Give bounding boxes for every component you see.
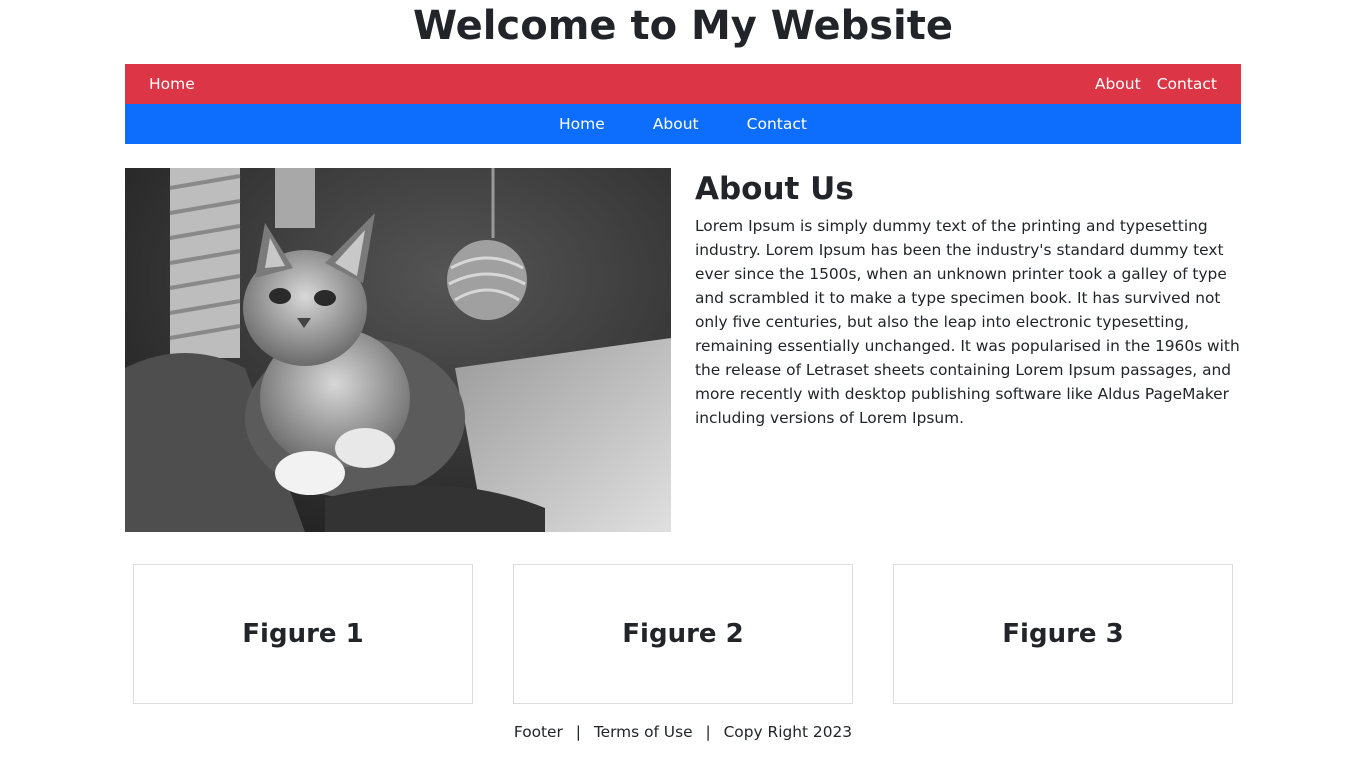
footer-separator: | <box>705 723 711 741</box>
secondary-navbar: Home About Contact <box>125 104 1241 144</box>
top-navbar: Home About Contact <box>125 64 1241 104</box>
secondary-nav-contact-link[interactable]: Contact <box>747 114 807 134</box>
figure-card-3: Figure 3 <box>893 564 1233 704</box>
footer: Footer | Terms of Use | Copy Right 2023 <box>0 721 1366 743</box>
secondary-nav-about-link[interactable]: About <box>653 114 699 134</box>
figure-label: Figure 1 <box>242 619 364 649</box>
figure-label: Figure 3 <box>1002 619 1124 649</box>
nav-home-link[interactable]: Home <box>149 74 195 94</box>
figure-card-1: Figure 1 <box>133 564 473 704</box>
about-heading: About Us <box>695 171 854 207</box>
copyright-text: Copy Right 2023 <box>723 723 853 741</box>
figure-card-2: Figure 2 <box>513 564 853 704</box>
about-paragraph: Lorem Ipsum is simply dummy text of the … <box>695 217 1240 427</box>
footer-separator: | <box>575 723 581 741</box>
terms-of-use-link[interactable]: Terms of Use <box>594 723 693 741</box>
nav-contact-link[interactable]: Contact <box>1157 74 1217 94</box>
nav-about-link[interactable]: About <box>1095 74 1141 94</box>
figure-label: Figure 2 <box>622 619 744 649</box>
kitten-image <box>125 168 671 532</box>
secondary-nav-home-link[interactable]: Home <box>559 114 605 134</box>
top-navbar-right: About Contact <box>1095 74 1217 94</box>
footer-label: Footer <box>513 723 563 741</box>
page-title: Welcome to My Website <box>412 3 954 49</box>
